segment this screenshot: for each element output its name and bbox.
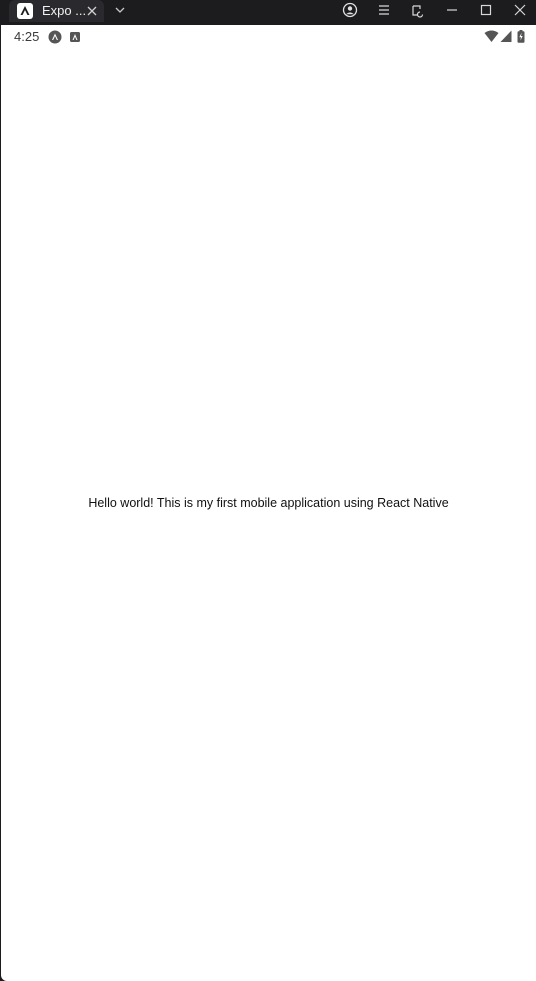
close-icon[interactable] [85,4,99,18]
device-screen: 4:25 Hello world! This is my first mobil… [1,25,536,981]
close-window-icon[interactable] [512,2,528,18]
chevron-down-icon[interactable] [113,3,127,17]
minimize-icon[interactable] [444,2,460,18]
account-icon[interactable] [342,2,358,18]
expo-notification-icon [48,30,62,44]
signal-icon [500,30,512,43]
hello-world-text: Hello world! This is my first mobile app… [88,496,449,510]
status-time: 4:25 [14,29,40,44]
rotate-icon[interactable] [410,2,426,18]
battery-charging-icon [517,30,525,43]
expo-logo-icon [17,3,33,19]
wifi-icon [484,30,499,43]
android-notification-icon [69,30,81,43]
tab-expo[interactable]: Expo ... [9,0,104,22]
tab-title: Expo ... [42,3,87,18]
status-bar: 4:25 [1,25,536,49]
menu-icon[interactable] [376,2,392,18]
window-titlebar: Expo ... [0,0,536,25]
maximize-icon[interactable] [478,2,494,18]
